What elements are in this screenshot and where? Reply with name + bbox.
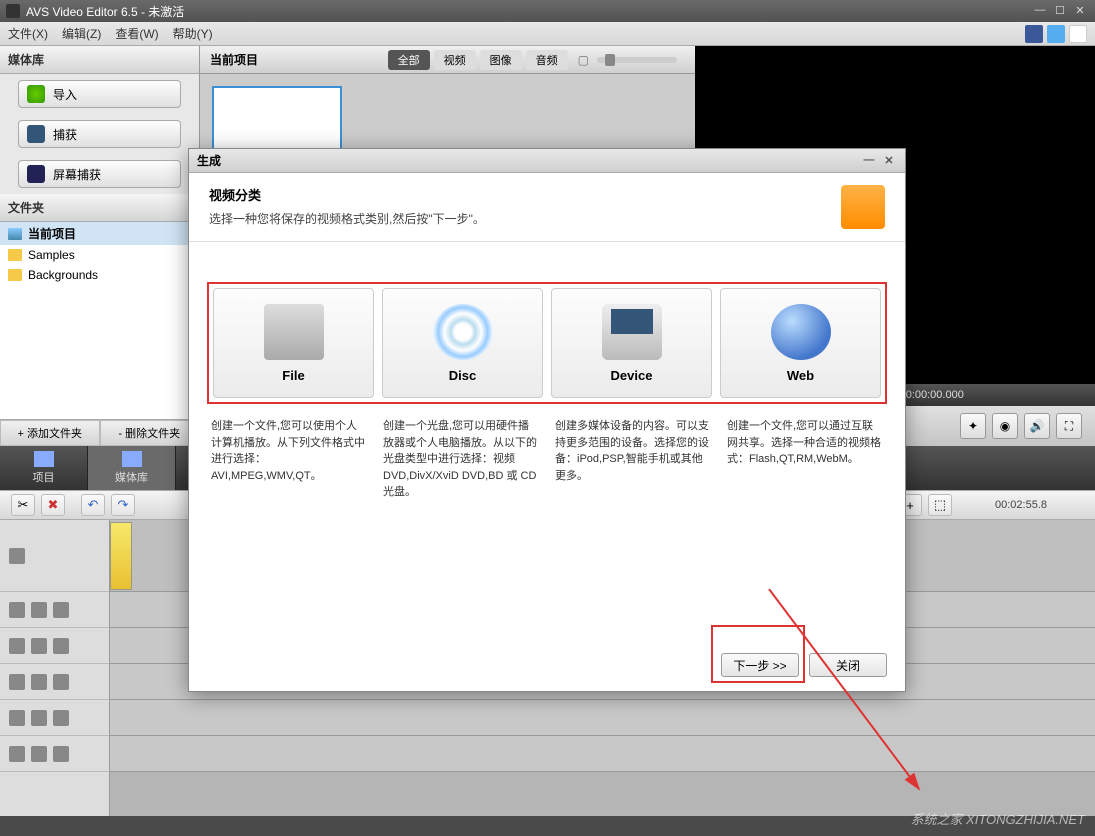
watermark: 系统之家 XITONGZHIJIA.NET: [910, 809, 1085, 828]
desc-web: 创建一个文件,您可以通过互联网共享。选择一种合适的视频格式：Flash,QT,R…: [723, 418, 887, 501]
dialog-header: 视频分类 选择一种您将保存的视频格式类别,然后按"下一步"。: [189, 173, 905, 242]
desc-file: 创建一个文件,您可以使用个人计算机播放。从下列文件格式中进行选择：AVI,MPE…: [207, 418, 371, 501]
overlay-icon: [53, 710, 69, 726]
app-icon: [6, 4, 20, 18]
export-dialog: 生成 — ✕ 视频分类 选择一种您将保存的视频格式类别,然后按"下一步"。 Fi…: [188, 148, 906, 692]
add-folder-button[interactable]: + 添加文件夹: [0, 420, 100, 446]
text-icon: [53, 674, 69, 690]
filter-all[interactable]: 全部: [388, 50, 430, 70]
dialog-subtitle: 选择一种您将保存的视频格式类别,然后按"下一步"。: [209, 210, 841, 227]
facebook-icon[interactable]: [1025, 25, 1043, 43]
category-device[interactable]: Device: [551, 288, 712, 398]
eye-icon[interactable]: [9, 746, 25, 762]
desc-device: 创建多媒体设备的内容。可以支持更多范围的设备。选择您的设备：iPod,PSP,智…: [551, 418, 715, 501]
dialog-titlebar: 生成 — ✕: [189, 149, 905, 173]
dialog-title: 生成: [197, 152, 221, 169]
menu-file[interactable]: 文件(X): [8, 25, 48, 42]
fit-button[interactable]: ⬚: [928, 494, 952, 516]
tab-project[interactable]: 项目: [0, 446, 88, 490]
eye-icon[interactable]: [9, 602, 25, 618]
media-library-header: 媒体库: [0, 46, 199, 74]
audio-icon: [53, 638, 69, 654]
track-headers: [0, 520, 110, 816]
timeline-clip[interactable]: [110, 522, 132, 590]
left-sidebar: 媒体库 导入 捕获 屏幕捕获 文件夹 当前项目 Samples Backgrou…: [0, 46, 200, 446]
plus-icon: [27, 85, 45, 103]
filter-audio[interactable]: 音频: [526, 50, 568, 70]
library-icon: [122, 451, 142, 467]
voice-icon: [53, 746, 69, 762]
folders-header: 文件夹: [0, 194, 199, 222]
project-header: 当前项目 全部 视频 图像 音频 ▢: [200, 46, 695, 74]
thumbnail-size-slider[interactable]: [597, 57, 677, 63]
tab-library[interactable]: 媒体库: [88, 446, 176, 490]
category-web[interactable]: Web: [720, 288, 881, 398]
fullscreen-button[interactable]: ⛶: [1056, 413, 1082, 439]
project-title: 当前项目: [210, 51, 258, 68]
globe-icon: [771, 304, 831, 360]
screen-capture-button[interactable]: 屏幕捕获: [18, 160, 181, 188]
timeline-time-2: 00:02:55.8: [995, 499, 1047, 511]
camera-button[interactable]: ◉: [992, 413, 1018, 439]
eye-icon[interactable]: [9, 674, 25, 690]
redo-button[interactable]: ↷: [111, 494, 135, 516]
category-file[interactable]: File: [213, 288, 374, 398]
lock-icon[interactable]: [31, 602, 47, 618]
filter-video[interactable]: 视频: [434, 50, 476, 70]
disc-icon: [433, 304, 493, 360]
delete-button[interactable]: ✖: [41, 494, 65, 516]
import-button[interactable]: 导入: [18, 80, 181, 108]
lock-icon[interactable]: [31, 746, 47, 762]
close-dialog-button[interactable]: 关闭: [809, 653, 887, 677]
folder-icon: [8, 269, 22, 281]
film-icon: [34, 451, 54, 467]
desc-disc: 创建一个光盘,您可以用硬件播放器或个人电脑播放。从以下的光盘类型中进行选择：视频…: [379, 418, 543, 501]
lock-icon[interactable]: [31, 638, 47, 654]
device-icon: [602, 304, 662, 360]
minimize-button[interactable]: —: [1031, 4, 1049, 18]
eye-icon[interactable]: [9, 638, 25, 654]
volume-button[interactable]: 🔊: [1024, 413, 1050, 439]
undo-button[interactable]: ↶: [81, 494, 105, 516]
menu-bar: 文件(X) 编辑(Z) 查看(W) 帮助(Y): [0, 22, 1095, 46]
folder-samples[interactable]: Samples: [0, 245, 199, 265]
category-highlight: File Disc Device Web: [207, 282, 887, 404]
maximize-button[interactable]: ☐: [1051, 4, 1069, 18]
youtube-icon[interactable]: [1069, 25, 1087, 43]
eye-icon[interactable]: [9, 710, 25, 726]
folder-icon: [8, 249, 22, 261]
folder-current-project[interactable]: 当前项目: [0, 222, 199, 245]
video-track-icon: [9, 548, 25, 564]
rec-icon: [27, 165, 45, 183]
snapshot-button[interactable]: ✦: [960, 413, 986, 439]
camera-icon: [27, 125, 45, 143]
dialog-minimize-button[interactable]: —: [861, 154, 877, 168]
menu-help[interactable]: 帮助(Y): [173, 25, 213, 42]
folder-backgrounds[interactable]: Backgrounds: [0, 265, 199, 285]
next-button[interactable]: 下一步 >>: [721, 653, 799, 677]
hdd-icon: [264, 304, 324, 360]
menu-edit[interactable]: 编辑(Z): [62, 25, 101, 42]
dialog-close-button[interactable]: ✕: [881, 154, 897, 168]
fx-icon: [53, 602, 69, 618]
folder-tree: 当前项目 Samples Backgrounds: [0, 222, 199, 419]
lock-icon[interactable]: [31, 674, 47, 690]
twitter-icon[interactable]: [1047, 25, 1065, 43]
lock-icon[interactable]: [31, 710, 47, 726]
close-button[interactable]: ✕: [1071, 4, 1089, 18]
folder-icon: [8, 228, 22, 240]
window-titlebar: AVS Video Editor 6.5 - 未激活 — ☐ ✕: [0, 0, 1095, 22]
cut-button[interactable]: ✂: [11, 494, 35, 516]
category-disc[interactable]: Disc: [382, 288, 543, 398]
capture-button[interactable]: 捕获: [18, 120, 181, 148]
filter-image[interactable]: 图像: [480, 50, 522, 70]
window-title: AVS Video Editor 6.5 - 未激活: [26, 3, 184, 20]
export-icon: [841, 185, 885, 229]
delete-folder-button[interactable]: - 删除文件夹: [100, 420, 200, 446]
menu-view[interactable]: 查看(W): [115, 25, 158, 42]
dialog-heading: 视频分类: [209, 185, 841, 204]
